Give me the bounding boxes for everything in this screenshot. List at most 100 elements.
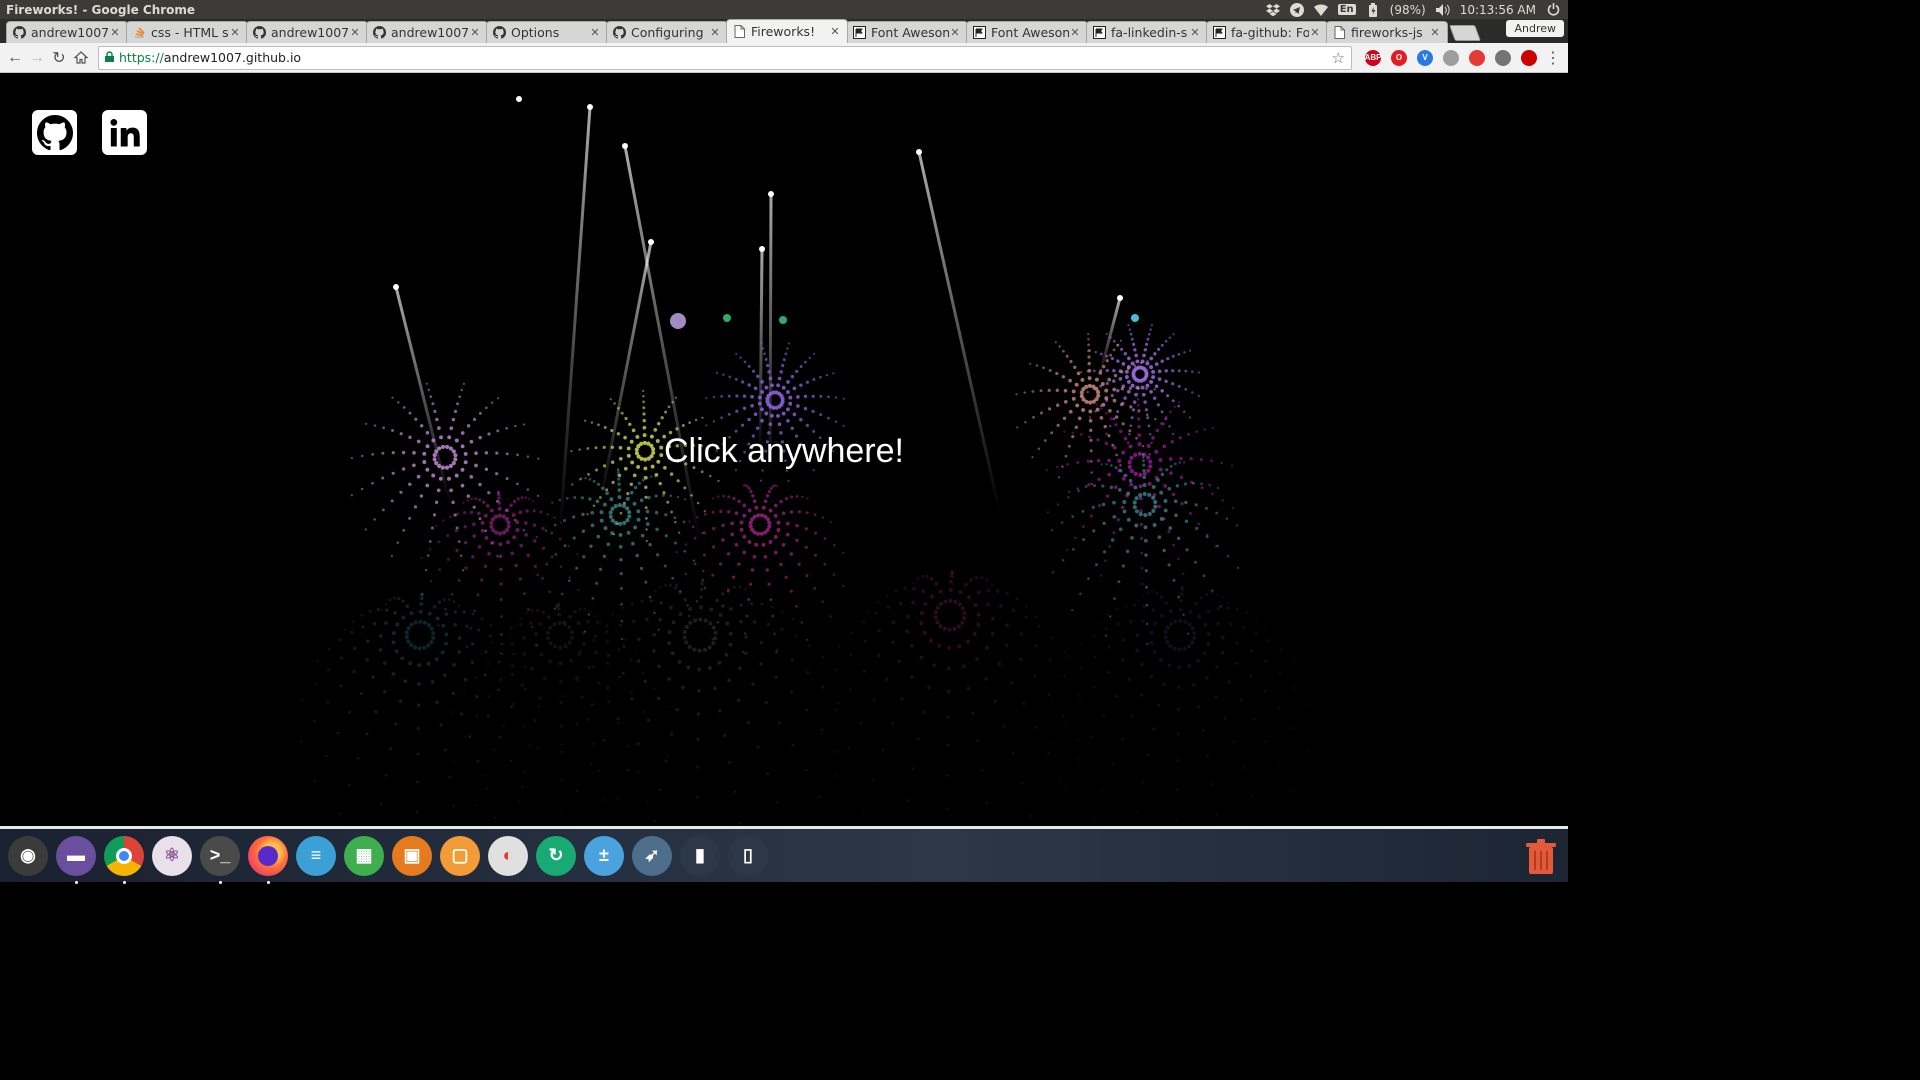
opera-icon[interactable]: O [1391,49,1407,66]
tab-3[interactable]: andrew1007/✕ [246,21,368,43]
tab-label: andrew1007 [31,25,109,40]
puzzle-icon[interactable] [1495,49,1511,66]
profile-button[interactable]: Andrew [1506,20,1564,37]
forward-button[interactable]: → [26,47,48,69]
tab-10[interactable]: fa-linkedin-s ✕ [1086,21,1208,43]
telegram-icon[interactable] [1289,2,1304,17]
tab-2[interactable]: css - HTML si ✕ [126,21,248,43]
tab-11[interactable]: fa-github: Fo ✕ [1206,21,1328,43]
tab-12[interactable]: fireworks-js ✕ [1326,21,1448,43]
youtube-icon[interactable] [1521,49,1537,66]
tab-close-icon[interactable]: ✕ [109,26,121,39]
new-tab-button[interactable] [1449,25,1481,41]
tab-label: Font Aweson [991,25,1069,40]
url-host: andrew1007.github.io [163,50,302,65]
address-url[interactable]: https://andrew1007.github.io [119,50,1332,65]
battery-percentage: (98%) [1389,2,1426,17]
tab-7[interactable]: Fireworks! ✕ [726,19,848,43]
terminal-icon[interactable]: >_ [200,835,240,884]
disk-icon[interactable]: ▮ [680,835,720,876]
ubuntu-launcher-icon[interactable]: ◉ [8,835,48,876]
fireworks-canvas[interactable]: Click anywhere! [0,74,1568,826]
reload-icon: ↻ [52,49,66,67]
tab-4[interactable]: andrew1007 ✕ [366,21,488,43]
github-icon [493,26,506,39]
running-indicator [74,880,78,884]
stackoverflow-icon [133,26,146,39]
home-button[interactable] [70,47,92,69]
tab-close-icon[interactable]: ✕ [829,25,841,38]
tab-label: css - HTML si [151,25,229,40]
github-link[interactable] [32,110,77,155]
presentation-icon[interactable]: ▣ [392,835,432,876]
browser-app-icon[interactable]: ➶ [632,835,672,876]
tab-close-icon[interactable]: ✕ [1069,26,1081,39]
heart-icon[interactable] [1469,49,1485,66]
document-icon[interactable]: ≡ [296,835,336,876]
bookmark-star-icon[interactable]: ☆ [1332,49,1345,67]
browser-toolbar: ← → ↻ https://andrew1007.github.io ☆ ABP… [0,43,1568,73]
page-icon [1333,26,1346,39]
firefox-icon[interactable] [248,835,288,884]
tab-label: fa-github: Fo [1231,25,1309,40]
click-anywhere-prompt: Click anywhere! [664,432,904,470]
keyboard-layout-indicator[interactable]: En [1337,4,1356,15]
tab-close-icon[interactable]: ✕ [709,26,721,39]
running-indicator [122,880,126,884]
image-viewer-icon[interactable]: ▢ [440,835,480,876]
tab-label: Font Aweson [871,25,949,40]
tab-6[interactable]: Configuring ✕ [606,21,728,43]
refresh-app-icon[interactable]: ↻ [536,835,576,876]
tab-close-icon[interactable]: ✕ [229,26,241,39]
tab-close-icon[interactable]: ✕ [349,26,361,39]
tab-label: Options [511,25,560,40]
battery-icon[interactable] [1366,2,1380,17]
tab-close-icon[interactable]: ✕ [1309,26,1321,39]
tab-label: andrew1007 [391,25,469,40]
tab-close-icon[interactable]: ✕ [589,26,601,39]
system-tray: En (98%) 10:13:56 AM [1265,2,1568,17]
github-icon [36,114,73,150]
settings-toggle-icon[interactable]: ◐ [488,835,528,876]
wifi-icon[interactable] [1313,3,1328,17]
files-icon[interactable]: ▬ [56,835,96,884]
atom-icon[interactable]: ⚛ [152,835,192,876]
tab-label: Fireworks! [751,24,816,39]
tab-9[interactable]: Font Aweson ✕ [966,21,1088,43]
tab-label: Configuring [631,25,704,40]
social-links [32,110,147,155]
clock[interactable]: 10:13:56 AM [1460,3,1536,17]
tab-label: fa-linkedin-s [1111,25,1188,40]
tab-close-icon[interactable]: ✕ [469,26,481,39]
dropbox-icon[interactable] [1265,3,1280,17]
arrow-left-icon: ← [7,48,23,66]
linkedin-link[interactable] [102,110,147,155]
github-icon [613,26,626,39]
tab-close-icon[interactable]: ✕ [1189,26,1201,39]
url-scheme: https:// [119,50,164,65]
address-bar[interactable]: https://andrew1007.github.io ☆ [98,45,1352,70]
tab-close-icon[interactable]: ✕ [1429,26,1441,39]
adblock-icon[interactable]: ABP [1365,49,1381,66]
vimium-icon[interactable]: V [1417,49,1433,66]
trash-icon[interactable] [1526,839,1556,875]
tab-8[interactable]: Font Aweson ✕ [846,21,968,43]
calculator-icon[interactable]: ± [584,835,624,876]
linkedin-icon [109,118,140,146]
volume-icon[interactable] [1435,3,1450,17]
reload-button[interactable]: ↻ [48,47,70,69]
lock-icon[interactable] [105,50,114,65]
power-icon[interactable] [1546,3,1560,17]
extension-icon[interactable] [1443,49,1459,66]
spreadsheet-icon[interactable]: ▦ [344,835,384,876]
usb-drive-icon[interactable]: ▯ [728,835,768,876]
window-titlebar: Fireworks! - Google Chrome En (98%) 10:1… [0,0,1568,19]
tab-1[interactable]: andrew1007 ✕ [6,21,128,43]
tab-5[interactable]: Options ✕ [486,21,608,43]
page-icon [733,25,746,38]
tab-close-icon[interactable]: ✕ [949,26,961,39]
chrome-menu-button[interactable]: ⋮ [1542,47,1564,69]
tab-label: fireworks-js [1351,25,1423,40]
back-button[interactable]: ← [4,47,26,69]
chrome-icon[interactable] [104,835,144,884]
